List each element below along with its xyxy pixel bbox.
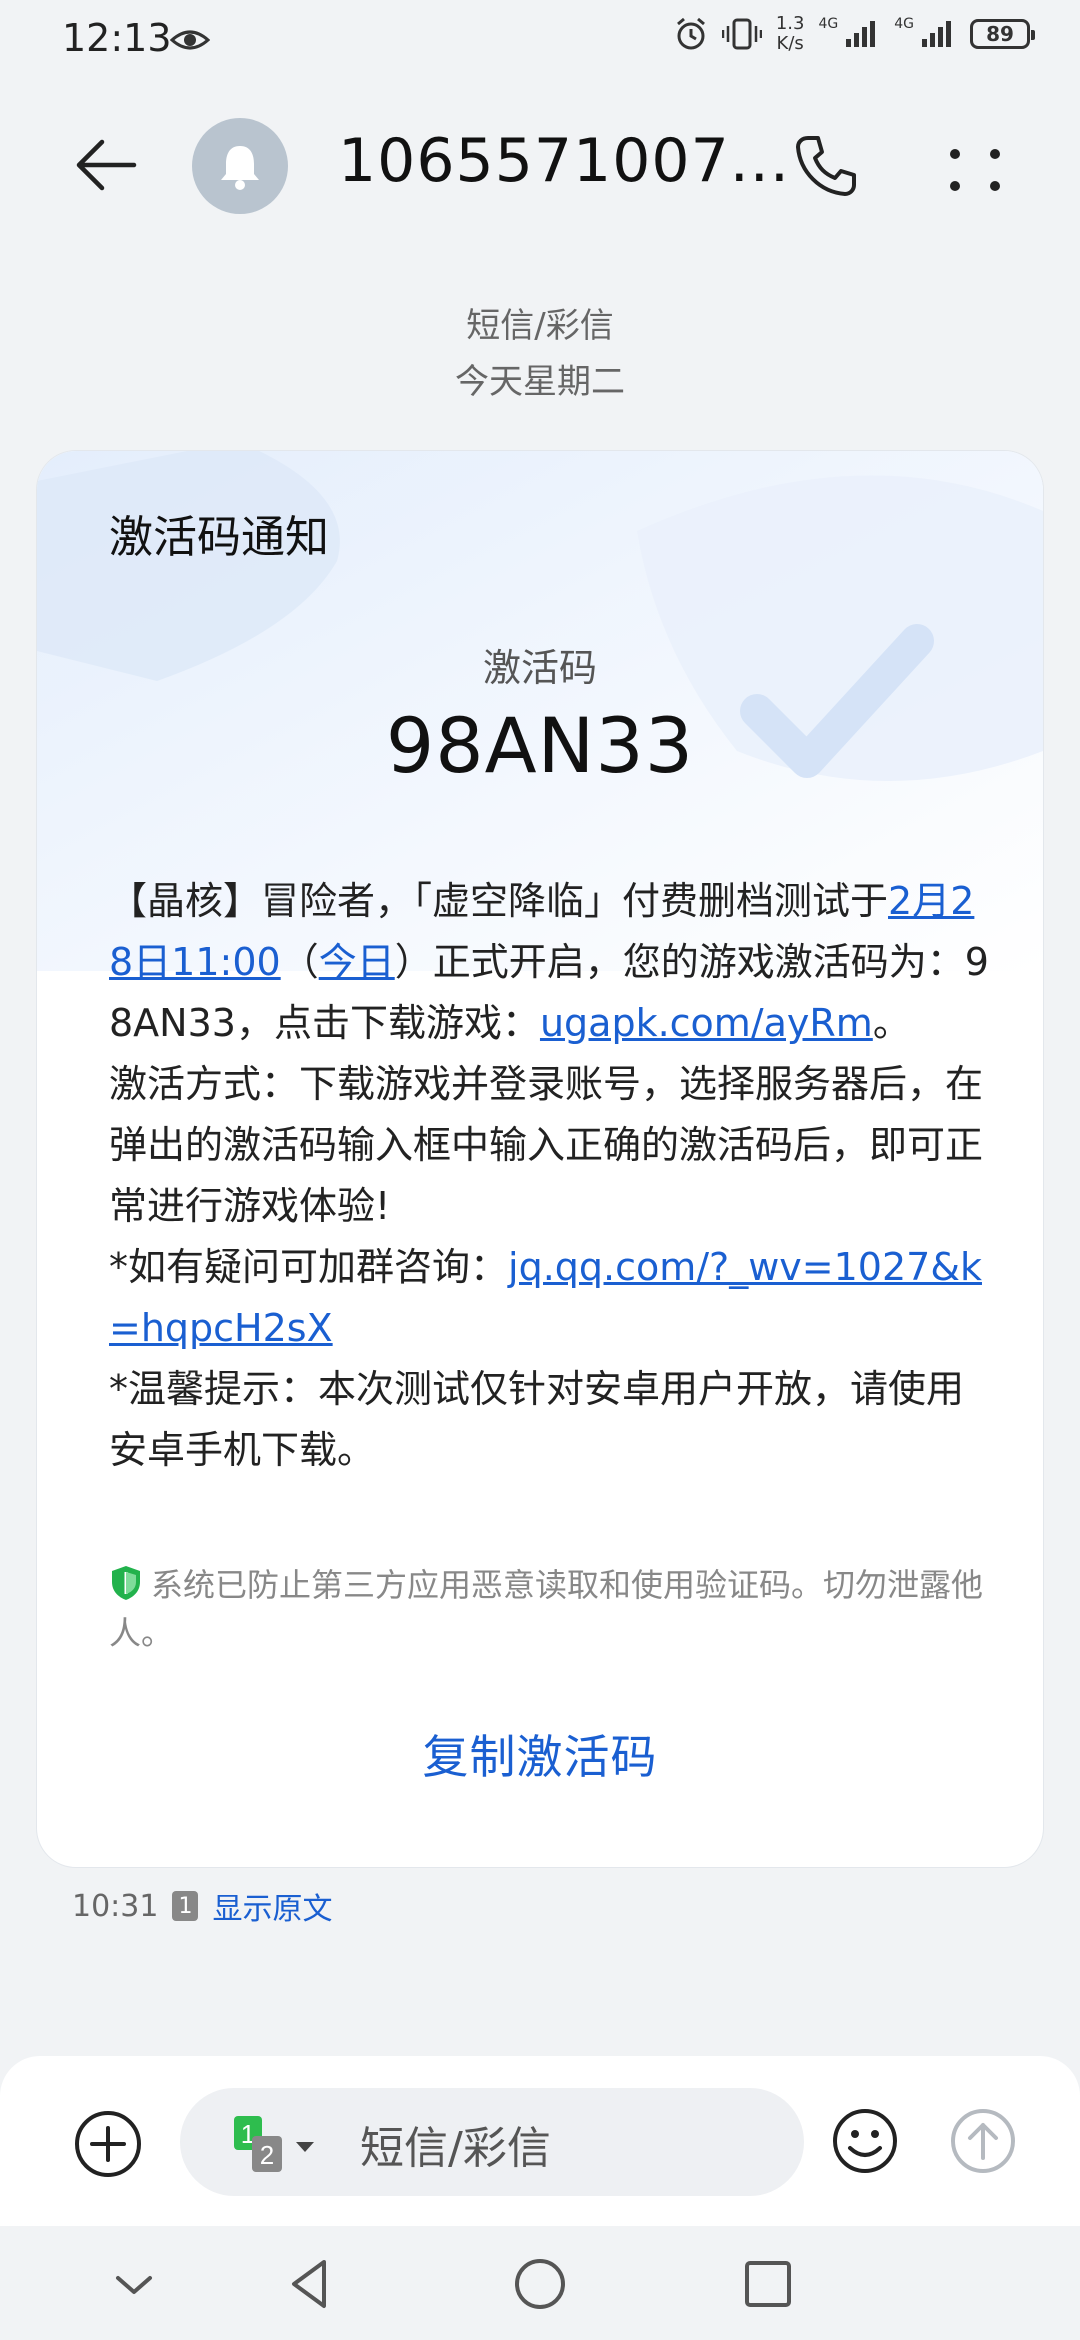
- download-link[interactable]: ugapk.com/ayRm: [540, 1001, 873, 1045]
- show-original-link[interactable]: 显示原文: [212, 1884, 332, 1928]
- send-icon[interactable]: [948, 2106, 1018, 2176]
- shield-icon: [112, 1566, 140, 1600]
- compose-bar: 1 2 短信/彩信: [0, 2056, 1080, 2226]
- eye-icon: [170, 30, 210, 50]
- activation-method-text: 激活方式：下载游戏并登录账号，选择服务器后，在弹出的激活码输入框中输入正确的激活…: [109, 1062, 984, 1228]
- chevron-down-icon[interactable]: [104, 2254, 164, 2314]
- copy-code-button[interactable]: 复制激活码: [37, 1721, 1043, 1787]
- phone-icon[interactable]: [790, 130, 862, 202]
- sim-badge-icon: 1: [172, 1891, 199, 1921]
- warm-tip-text: *温馨提示：本次测试仅针对安卓用户开放，请使用安卓手机下载。: [109, 1367, 965, 1472]
- today-link[interactable]: 今日: [319, 940, 395, 984]
- network-speed: 1.3 K/s: [775, 13, 805, 54]
- network-type-2: 4G: [894, 16, 914, 32]
- back-arrow-icon[interactable]: [70, 130, 140, 200]
- bell-icon: [221, 146, 259, 190]
- card-title: 激活码通知: [109, 512, 329, 563]
- message-time: 10:31: [72, 1888, 159, 1924]
- alarm-icon: [676, 17, 705, 50]
- signal-icon-1: [846, 21, 876, 47]
- svg-text:2: 2: [260, 2140, 274, 2170]
- network-type-1: 4G: [818, 16, 839, 32]
- input-placeholder: 短信/彩信: [360, 2123, 551, 2174]
- message-meta: 10:31 1 显示原文: [72, 1884, 332, 1928]
- status-time: 12:13: [62, 16, 172, 60]
- add-attachment-icon[interactable]: [72, 2108, 144, 2180]
- thread-date: 今天星期二: [455, 362, 625, 402]
- nav-back-icon[interactable]: [280, 2254, 340, 2314]
- navigation-bar: [0, 2226, 1080, 2340]
- more-options-icon[interactable]: [940, 134, 1010, 204]
- message-body: 【晶核】冒险者，「虚空降临」付费删档测试于2月28日11:00（今日）正式开启，…: [109, 879, 989, 1472]
- nav-recents-icon[interactable]: [738, 2254, 798, 2314]
- signal-icon-2: [922, 21, 951, 47]
- thread-type: 短信/彩信: [466, 306, 614, 346]
- activation-code-label: 激活码: [482, 646, 597, 690]
- sim-switch-icon[interactable]: 1 2: [230, 2114, 320, 2174]
- vibrate-icon: [721, 18, 762, 50]
- contact-title: 1065571007...: [338, 126, 790, 196]
- avatar[interactable]: [192, 118, 288, 214]
- activation-code-value: 98AN33: [385, 701, 695, 790]
- message-card[interactable]: 激活码通知 激活码 98AN33 【晶核】冒险者，「虚空降临」付费删档测试于2月…: [36, 450, 1044, 1868]
- emoji-icon[interactable]: [830, 2106, 900, 2176]
- nav-home-icon[interactable]: [510, 2254, 570, 2314]
- battery-icon: 89: [970, 19, 1035, 49]
- conversation-header: 1065571007...: [0, 100, 1080, 230]
- status-bar: 12:13 1.3 K/s 4G 4G 89: [0, 0, 1080, 80]
- security-note: 系统已防止第三方应用恶意读取和使用验证码。切勿泄露他人。: [109, 1566, 984, 1652]
- message-input[interactable]: 1 2 短信/彩信: [180, 2088, 804, 2196]
